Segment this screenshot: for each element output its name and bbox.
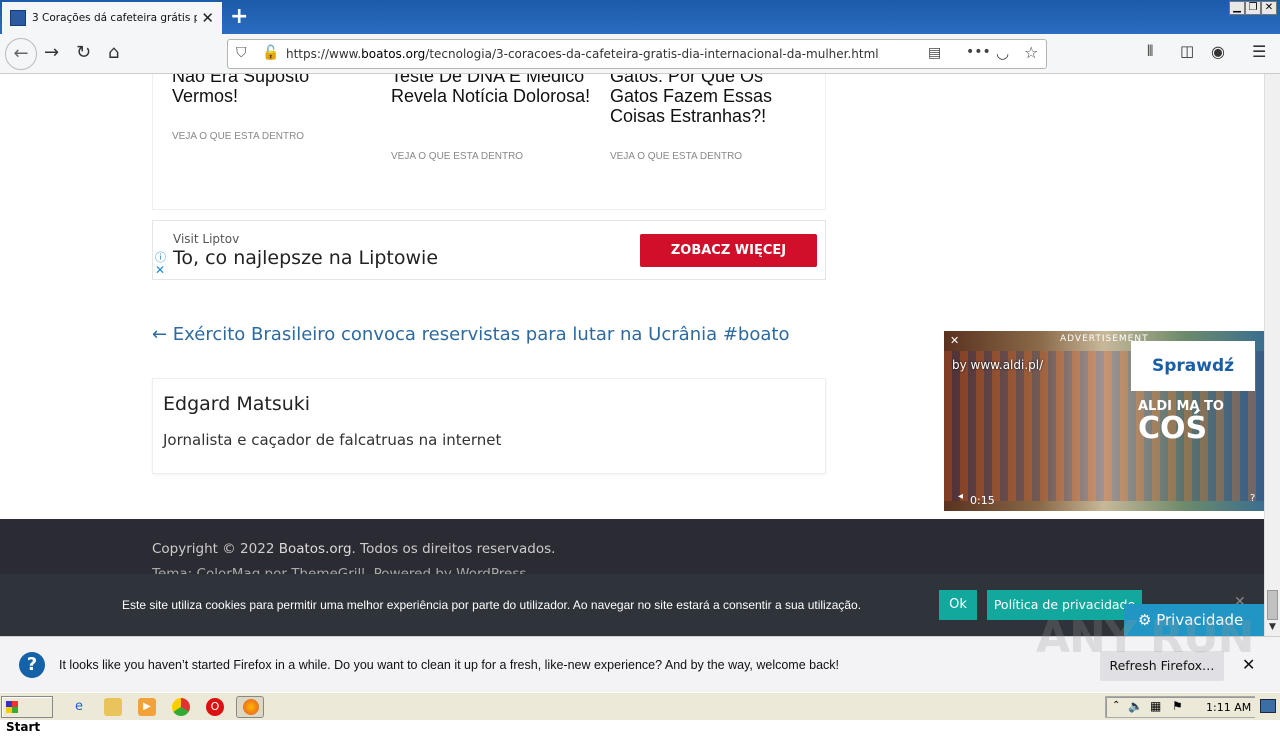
recommendation-widget: Não Era Suposto Vermos! VEJA O QUE ESTA …	[152, 74, 826, 210]
scroll-down-arrow-icon[interactable]: ▼	[1265, 620, 1280, 635]
footer-site-link[interactable]: Boatos.org	[279, 541, 352, 557]
recommendation-link[interactable]: VEJA O QUE ESTA DENTRO	[391, 151, 523, 162]
windows-logo-icon	[6, 701, 18, 713]
recommendation-link[interactable]: VEJA O QUE ESTA DENTRO	[610, 151, 742, 162]
nav-bar: ← → ↻ ⌂ ⛉ 🔓 https://www.boatos.org/tecno…	[0, 34, 1280, 74]
footer-copyright: Copyright © 2022 Boatos.org. Todos os di…	[152, 541, 556, 557]
back-button[interactable]: ←	[5, 38, 37, 70]
home-icon[interactable]: ⌂	[108, 42, 119, 63]
ad-banner[interactable]: Visit Liptov To, co najlepsze na Liptowi…	[152, 220, 826, 280]
url-text[interactable]: https://www.boatos.org/tecnologia/3-cora…	[286, 47, 879, 61]
volume-tray-icon[interactable]: 🔈	[1128, 699, 1143, 713]
firefox-taskbar-button[interactable]	[236, 696, 264, 718]
video-ad-close-icon[interactable]: ✕	[950, 334, 959, 347]
author-name: Edgard Matsuki	[163, 393, 311, 415]
url-bar[interactable]: ⛉ 🔓 https://www.boatos.org/tecnologia/3-…	[227, 39, 1047, 69]
page-scrollbar[interactable]: ▼	[1264, 74, 1280, 636]
windows-taskbar: Start e ▶ O ⌃ 🔈 ▦ ⚑ 1:11 AM	[0, 692, 1280, 734]
previous-post-link[interactable]: ← Exército Brasileiro convoca reservista…	[152, 324, 789, 345]
menu-icon[interactable]: ☰	[1252, 42, 1266, 61]
ad-headline[interactable]: To, co najlepsze na Liptowie	[173, 247, 438, 269]
account-icon[interactable]: ◉	[1211, 42, 1225, 61]
video-ad[interactable]: ✕ ADVERTISEMENT by www.aldi.pl/ Sprawdź …	[944, 331, 1264, 511]
library-icon[interactable]: ⫴	[1147, 42, 1153, 60]
reload-icon[interactable]: ↻	[76, 42, 91, 63]
opera-icon[interactable]: O	[206, 698, 224, 716]
video-time: 0:15	[970, 494, 995, 507]
volume-icon[interactable]: ◂	[958, 491, 963, 502]
ad-close-icon[interactable]: ✕	[155, 263, 165, 277]
recommendation-title[interactable]: Gatos: Por Que Os Gatos Fazem Essas Cois…	[610, 74, 800, 126]
new-tab-icon[interactable]: +	[230, 4, 248, 29]
close-window-icon[interactable]: ✕	[1261, 1, 1277, 15]
ie-icon[interactable]: e	[70, 698, 88, 716]
ad-cta-button[interactable]: ZOBACZ WIĘCEJ	[640, 234, 817, 267]
notification-message: It looks like you haven’t started Firefo…	[59, 658, 840, 672]
recommendation-link[interactable]: VEJA O QUE ESTA DENTRO	[172, 131, 304, 142]
taskbar-clock[interactable]: 1:11 AM	[1206, 701, 1251, 714]
site-favicon-icon	[10, 10, 26, 26]
network-tray-icon[interactable]: ▦	[1150, 699, 1161, 713]
ad-advertiser: Visit Liptov	[173, 232, 240, 246]
tray-expand-icon[interactable]: ⌃	[1112, 700, 1120, 711]
tracking-shield-icon[interactable]: ⛉	[236, 45, 247, 61]
sidebar-icon[interactable]: ◫	[1180, 42, 1194, 60]
media-player-icon[interactable]: ▶	[138, 698, 156, 716]
reader-view-icon[interactable]: ▤	[928, 45, 941, 61]
help-icon[interactable]: ?	[1250, 493, 1255, 504]
tab-active[interactable]: 3 Corações dá cafeteira grátis por ✕	[2, 2, 222, 34]
scrollbar-thumb[interactable]	[1267, 590, 1278, 620]
recommendation-title[interactable]: Teste De DNA E Médico Revela Notícia Dol…	[391, 74, 596, 106]
tab-bar: 3 Corações dá cafeteira grátis por ✕ + ▁…	[0, 0, 1280, 34]
video-ad-cta-button[interactable]: Sprawdź	[1131, 341, 1255, 391]
page-actions-icon[interactable]: •••	[966, 44, 991, 60]
recommendation-title[interactable]: Não Era Suposto Vermos!	[172, 74, 332, 106]
author-bio: Jornalista e caçador de falcatruas na in…	[163, 431, 502, 449]
tab-title: 3 Corações dá cafeteira grátis por	[32, 12, 197, 24]
action-center-flag-icon[interactable]: ⚑	[1172, 699, 1183, 713]
cookie-ok-button[interactable]: Ok	[939, 590, 977, 620]
firefox-icon	[243, 699, 259, 715]
pocket-icon[interactable]: ◡	[996, 44, 1009, 62]
question-icon: ?	[19, 652, 45, 678]
restore-window-icon[interactable]: ❐	[1245, 1, 1261, 15]
tab-close-icon[interactable]: ✕	[201, 9, 214, 27]
chrome-icon[interactable]	[172, 698, 190, 716]
insecure-lock-icon[interactable]: 🔓	[262, 45, 279, 61]
video-ad-tagline-big: COŚ	[1138, 411, 1208, 446]
cookie-message: Este site utiliza cookies para permitir …	[122, 598, 862, 612]
bookmark-star-icon[interactable]: ☆	[1024, 43, 1038, 62]
video-ad-source[interactable]: by www.aldi.pl/	[952, 358, 1043, 372]
folder-icon[interactable]	[104, 698, 122, 716]
author-box: Edgard Matsuki Jornalista e caçador de f…	[152, 378, 826, 474]
start-button[interactable]: Start	[1, 696, 53, 734]
minimize-window-icon[interactable]: ▁	[1229, 1, 1245, 15]
show-desktop-icon[interactable]	[1260, 699, 1276, 713]
forward-icon[interactable]: →	[44, 42, 59, 63]
watermark-logo: ANY RUN	[1036, 612, 1254, 663]
page-content: Não Era Suposto Vermos! VEJA O QUE ESTA …	[0, 74, 1264, 636]
